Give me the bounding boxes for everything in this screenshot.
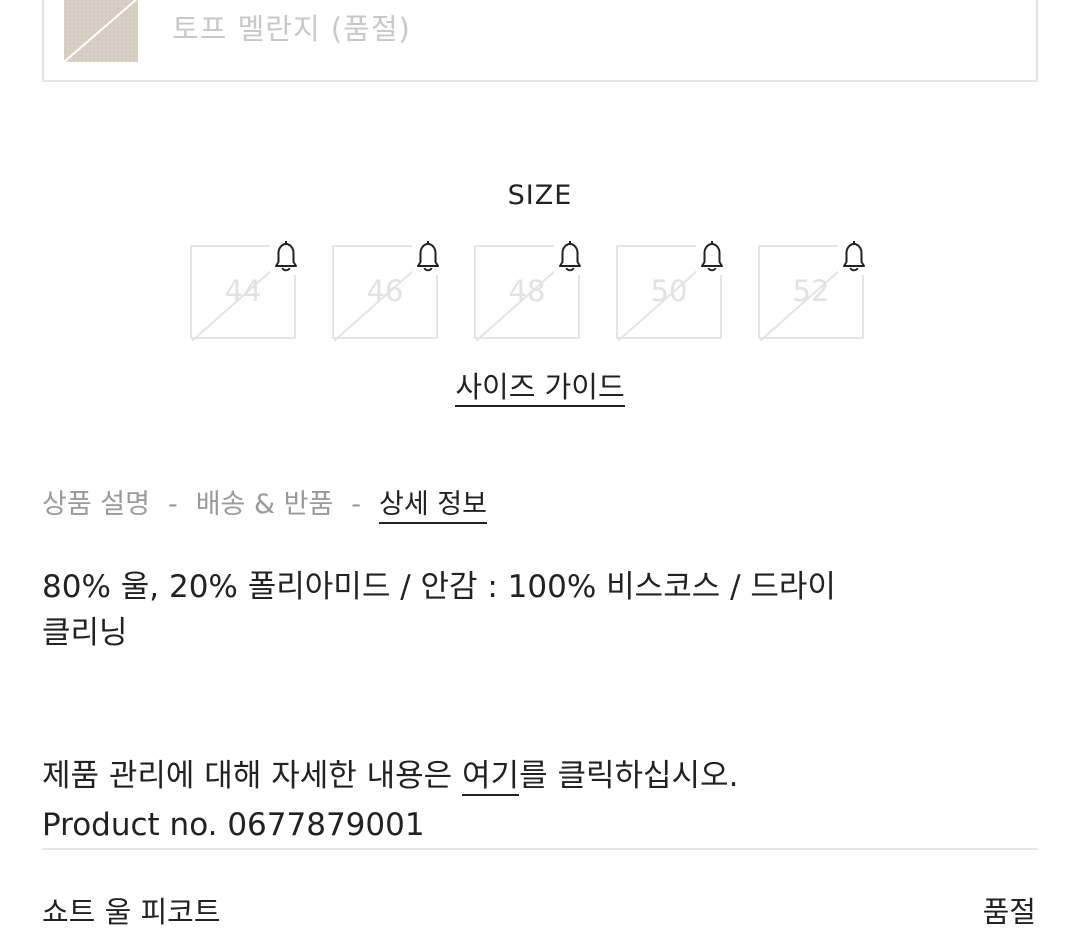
bell-icon[interactable] bbox=[270, 239, 302, 275]
size-label: 46 bbox=[366, 274, 404, 308]
size-label: 52 bbox=[792, 274, 830, 308]
bell-icon[interactable] bbox=[838, 239, 870, 275]
material-line: 클리닝 bbox=[42, 615, 128, 651]
size-option-52[interactable]: 52 bbox=[758, 239, 870, 341]
bell-icon[interactable] bbox=[554, 239, 586, 275]
size-option-50[interactable]: 50 bbox=[616, 239, 728, 341]
size-label: 48 bbox=[508, 274, 546, 308]
care-text-prefix: 제품 관리에 대해 자세한 내용은 bbox=[42, 758, 463, 794]
size-guide-link[interactable]: 사이즈 가이드 bbox=[455, 370, 625, 407]
size-option-46[interactable]: 46 bbox=[332, 239, 444, 341]
material-line: 80% 울, 20% 폴리아미드 / 안감 : 100% 비스코스 / 드라이 bbox=[42, 569, 836, 605]
tab-details[interactable]: 상세 정보 bbox=[379, 489, 487, 524]
care-info: 제품 관리에 대해 자세한 내용은 여기를 클릭하십시오. Product no… bbox=[42, 752, 1042, 850]
material-composition: 80% 울, 20% 폴리아미드 / 안감 : 100% 비스코스 / 드라이 … bbox=[42, 564, 1002, 656]
size-section-title: SIZE bbox=[507, 180, 573, 211]
size-label: 44 bbox=[224, 274, 262, 308]
size-guide-container: 사이즈 가이드 bbox=[0, 364, 1080, 407]
tab-separator: - bbox=[351, 489, 362, 520]
product-number: Product no. 0677879001 bbox=[42, 807, 425, 843]
care-text-suffix: 를 클릭하십시오. bbox=[519, 758, 739, 794]
bell-icon[interactable] bbox=[696, 239, 728, 275]
product-status: 품절 bbox=[982, 895, 1036, 929]
tab-description[interactable]: 상품 설명 bbox=[42, 489, 150, 520]
care-instructions: 제품 관리에 대해 자세한 내용은 여기를 클릭하십시오. bbox=[42, 752, 1042, 801]
size-option-48[interactable]: 48 bbox=[474, 239, 586, 341]
product-info-tabs: 상품 설명 - 배송 & 반품 - 상세 정보 bbox=[42, 482, 487, 524]
color-option-box: 토프 멜란지 (품절) bbox=[42, 0, 1038, 82]
size-selector: 44 46 48 50 52 bbox=[0, 225, 1080, 345]
color-name-label: 토프 멜란지 (품절) bbox=[172, 12, 411, 46]
size-label: 50 bbox=[650, 274, 688, 308]
tab-separator: - bbox=[167, 489, 178, 520]
color-swatch-taupe-melange[interactable] bbox=[64, 0, 138, 62]
tab-delivery-returns[interactable]: 배송 & 반품 bbox=[196, 489, 334, 520]
size-option-44[interactable]: 44 bbox=[190, 239, 302, 341]
bell-icon[interactable] bbox=[412, 239, 444, 275]
divider bbox=[42, 848, 1038, 850]
product-name: 쇼트 울 피코트 bbox=[42, 895, 221, 929]
care-link[interactable]: 여기 bbox=[462, 758, 520, 796]
